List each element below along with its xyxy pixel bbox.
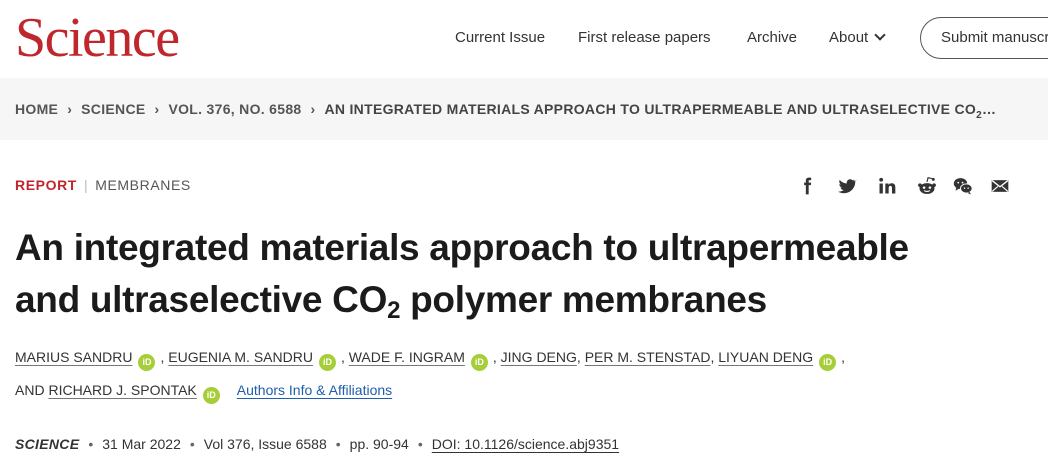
meta-separator: •	[88, 436, 94, 452]
breadcrumb-science[interactable]: SCIENCE	[81, 101, 145, 117]
title-line-1: An integrated materials approach to ultr…	[15, 227, 909, 268]
kicker-divider: |	[83, 177, 89, 193]
journal-name[interactable]: SCIENCE	[15, 436, 79, 452]
chevron-right-icon: ›	[154, 101, 160, 117]
volume-issue[interactable]: Vol 376, Issue 6588	[204, 436, 327, 452]
author-name[interactable]: RICHARD J. SPONTAK	[48, 382, 196, 398]
breadcrumb-current-text: AN INTEGRATED MATERIALS APPROACH TO ULTR…	[324, 101, 977, 117]
publication-date: 31 Mar 2022	[102, 436, 181, 452]
doi-link[interactable]: DOI: 10.1126/science.abj9351	[432, 436, 619, 452]
linkedin-icon[interactable]	[877, 176, 899, 198]
orcid-icon[interactable]: iD	[138, 354, 156, 371]
breadcrumb-current: AN INTEGRATED MATERIALS APPROACH TO ULTR…	[324, 101, 997, 121]
author-separator: ,	[841, 349, 846, 365]
author-name[interactable]: PER M. STENSTAD	[585, 349, 711, 365]
and-label: AND	[15, 382, 45, 398]
breadcrumb-home[interactable]: HOME	[15, 101, 58, 117]
orcid-icon[interactable]: iD	[819, 354, 837, 371]
page-range: pp. 90-94	[349, 436, 409, 452]
email-icon[interactable]	[990, 176, 1012, 198]
meta-separator: •	[335, 436, 341, 452]
chevron-right-icon: ›	[67, 101, 73, 117]
breadcrumb-volume[interactable]: VOL. 376, NO. 6588	[168, 101, 301, 117]
author-name[interactable]: JING DENG	[501, 349, 577, 365]
article-topic[interactable]: MEMBRANES	[95, 177, 191, 193]
science-logo[interactable]: Science	[15, 6, 180, 70]
chevron-down-icon	[874, 29, 886, 41]
article-kicker: REPORT | MEMBRANES	[15, 177, 191, 193]
submit-manuscript-button[interactable]: Submit manuscript	[920, 17, 1048, 59]
meta-separator: •	[417, 436, 423, 452]
wechat-icon[interactable]	[953, 176, 975, 198]
orcid-icon[interactable]: iD	[470, 354, 488, 371]
author-separator: ,	[340, 349, 345, 365]
author-separator: ,	[710, 349, 715, 365]
authors-affiliations-link[interactable]: Authors Info & Affiliations	[237, 382, 392, 398]
article-title: An integrated materials approach to ultr…	[15, 222, 1015, 326]
author-name[interactable]: LIYUAN DENG	[718, 349, 813, 365]
reddit-icon[interactable]	[917, 176, 939, 198]
facebook-icon[interactable]	[797, 176, 819, 198]
nav-about-label: About	[829, 29, 869, 46]
publication-meta: SCIENCE • 31 Mar 2022 • Vol 376, Issue 6588 •…	[15, 436, 619, 452]
nav-current-issue[interactable]: Current Issue	[455, 29, 545, 46]
author-list: MARIUS SANDRU iD, EUGENIA M. SANDRU iD, WA…	[15, 349, 1035, 371]
author-separator: ,	[576, 349, 581, 365]
title-line-2-end: polymer membranes	[400, 279, 767, 320]
breadcrumb-ellipsis: …	[981, 101, 997, 117]
meta-separator: •	[189, 436, 195, 452]
author-name[interactable]: EUGENIA M. SANDRU	[168, 349, 313, 365]
author-name[interactable]: MARIUS SANDRU	[15, 349, 132, 365]
author-separator: ,	[160, 349, 165, 365]
author-list-continued: AND RICHARD J. SPONTAK iD Authors Info & A…	[15, 382, 1035, 404]
twitter-icon[interactable]	[837, 176, 859, 198]
breadcrumb: HOME › SCIENCE › VOL. 376, NO. 6588 › AN INTEG…	[15, 101, 996, 121]
orcid-icon[interactable]: iD	[318, 354, 336, 371]
article-type: REPORT	[15, 177, 77, 193]
title-line-2-start: and ultraselective CO	[15, 279, 388, 320]
nav-first-release-papers[interactable]: First release papers	[578, 29, 711, 46]
title-subscript: 2	[387, 297, 401, 324]
orcid-icon[interactable]: iD	[202, 387, 220, 404]
author-name[interactable]: WADE F. INGRAM	[349, 349, 465, 365]
nav-archive[interactable]: Archive	[747, 29, 797, 46]
nav-about[interactable]: About	[829, 29, 886, 46]
site-header: Science Current Issue First release pape…	[0, 0, 1048, 78]
author-separator: ,	[492, 349, 497, 365]
chevron-right-icon: ›	[310, 101, 316, 117]
